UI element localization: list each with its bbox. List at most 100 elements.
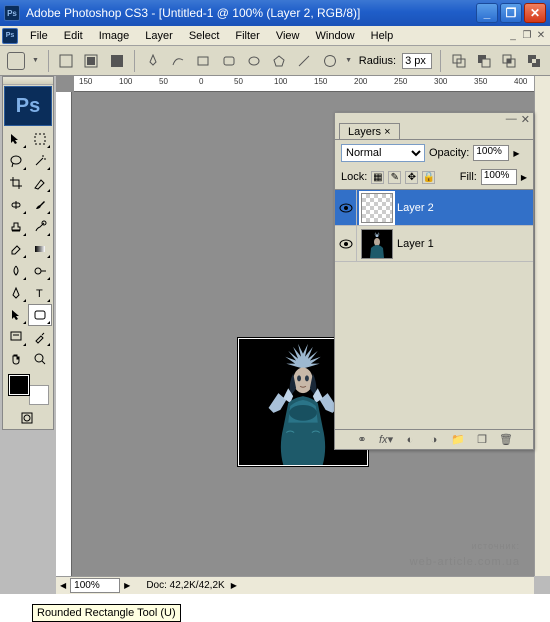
polygon-shape-icon[interactable]	[269, 51, 288, 71]
menu-layer[interactable]: Layer	[137, 28, 181, 44]
rectangle-shape-icon[interactable]	[194, 51, 213, 71]
ruler-vertical	[56, 92, 72, 576]
layer-name[interactable]: Layer 2	[397, 202, 434, 214]
shape-layers-icon[interactable]	[57, 51, 76, 71]
nav-right-icon[interactable]: ▶	[124, 581, 130, 590]
lock-image-icon[interactable]: ✎	[388, 171, 401, 184]
eraser-tool[interactable]	[4, 238, 28, 260]
combine-add-icon[interactable]	[449, 51, 468, 71]
rounded-rect-shape-icon[interactable]	[219, 51, 238, 71]
layer-thumbnail[interactable]	[361, 193, 393, 223]
marquee-tool[interactable]	[28, 128, 52, 150]
wand-tool[interactable]	[28, 150, 52, 172]
opacity-input[interactable]: 100%	[473, 145, 509, 161]
layer-mask-icon[interactable]: ◐	[403, 434, 417, 446]
layer-name[interactable]: Layer 1	[397, 238, 434, 250]
gradient-tool[interactable]	[28, 238, 52, 260]
layer-row[interactable]: Layer 1	[335, 226, 533, 262]
doc-size-label: Doc: 42,2K/42,2K	[146, 580, 224, 591]
menu-view[interactable]: View	[268, 28, 308, 44]
delete-layer-icon[interactable]: 🗑	[499, 433, 513, 446]
visibility-icon[interactable]	[335, 190, 357, 226]
eyedropper-tool[interactable]	[28, 326, 52, 348]
blend-mode-select[interactable]: Normal	[341, 144, 425, 162]
doc-restore-icon[interactable]: ❐	[520, 30, 534, 41]
pen-tool[interactable]	[4, 282, 28, 304]
layer-row[interactable]: Layer 2	[335, 190, 533, 226]
menu-select[interactable]: Select	[181, 28, 228, 44]
svg-text:T: T	[36, 288, 43, 300]
new-layer-icon[interactable]: ❐	[475, 433, 489, 446]
dodge-tool[interactable]	[28, 260, 52, 282]
lock-transparent-icon[interactable]: ▦	[371, 171, 384, 184]
menu-filter[interactable]: Filter	[227, 28, 267, 44]
scrollbar-vertical[interactable]	[534, 76, 550, 576]
tooltip: Rounded Rectangle Tool (U)	[32, 604, 181, 622]
heal-tool[interactable]	[4, 194, 28, 216]
path-select-tool[interactable]	[4, 304, 28, 326]
move-tool[interactable]	[4, 128, 28, 150]
notes-tool[interactable]	[4, 326, 28, 348]
color-swatch[interactable]	[5, 373, 53, 405]
stamp-tool[interactable]	[4, 216, 28, 238]
toolbox: Ps T	[2, 76, 54, 430]
slice-tool[interactable]	[28, 172, 52, 194]
combine-intersect-icon[interactable]	[500, 51, 519, 71]
crop-tool[interactable]	[4, 172, 28, 194]
menu-file[interactable]: File	[22, 28, 56, 44]
fill-label: Fill:	[460, 171, 477, 183]
fill-pixels-icon[interactable]	[107, 51, 126, 71]
custom-shape-icon[interactable]	[320, 51, 339, 71]
tool-preset-icon[interactable]	[6, 51, 26, 71]
panel-minimize-icon[interactable]: —	[506, 113, 517, 121]
type-tool[interactable]: T	[28, 282, 52, 304]
close-button[interactable]: ✕	[524, 3, 546, 23]
nav-left-icon[interactable]: ◀	[60, 581, 66, 590]
layer-style-icon[interactable]: fx▾	[379, 433, 393, 446]
menu-edit[interactable]: Edit	[56, 28, 91, 44]
blur-tool[interactable]	[4, 260, 28, 282]
menu-help[interactable]: Help	[363, 28, 402, 44]
link-layers-icon[interactable]: ⚭	[355, 433, 369, 446]
shape-tool[interactable]	[28, 304, 52, 326]
menu-image[interactable]: Image	[91, 28, 138, 44]
combine-exclude-icon[interactable]	[525, 51, 544, 71]
minimize-button[interactable]: _	[476, 3, 498, 23]
zoom-tool[interactable]	[28, 348, 52, 370]
pen-icon[interactable]	[143, 51, 162, 71]
quickmask-icon[interactable]	[15, 407, 39, 429]
adjustment-layer-icon[interactable]: ◑	[427, 434, 441, 446]
menu-window[interactable]: Window	[308, 28, 363, 44]
shape-options-dropdown-icon[interactable]: ▼	[345, 57, 353, 64]
line-shape-icon[interactable]	[295, 51, 314, 71]
status-menu-icon[interactable]: ▶	[231, 581, 237, 590]
tool-preset-dropdown-icon[interactable]: ▼	[32, 57, 40, 64]
lasso-tool[interactable]	[4, 150, 28, 172]
lock-position-icon[interactable]: ✥	[405, 171, 418, 184]
radius-input[interactable]	[402, 53, 432, 69]
hand-tool[interactable]	[4, 348, 28, 370]
zoom-field[interactable]: 100%	[70, 578, 120, 593]
titlebar: Ps Adobe Photoshop CS3 - [Untitled-1 @ 1…	[0, 0, 550, 26]
doc-close-icon[interactable]: ✕	[534, 30, 548, 41]
fill-arrow-icon[interactable]: ▶	[521, 173, 527, 182]
paths-icon[interactable]	[82, 51, 101, 71]
background-color-swatch[interactable]	[29, 385, 49, 405]
lock-all-icon[interactable]: 🔒	[422, 171, 435, 184]
foreground-color-swatch[interactable]	[9, 375, 29, 395]
visibility-icon[interactable]	[335, 226, 357, 262]
combine-subtract-icon[interactable]	[474, 51, 493, 71]
maximize-button[interactable]: ❐	[500, 3, 522, 23]
brush-tool[interactable]	[28, 194, 52, 216]
ellipse-shape-icon[interactable]	[244, 51, 263, 71]
ruler-horizontal: 15010050050100150200250300350400	[74, 76, 534, 92]
layer-thumbnail[interactable]	[361, 229, 393, 259]
panel-close-icon[interactable]: ✕	[521, 113, 530, 121]
doc-minimize-icon[interactable]: _	[506, 30, 520, 41]
opacity-arrow-icon[interactable]: ▶	[513, 149, 519, 158]
history-brush-tool[interactable]	[28, 216, 52, 238]
fill-input[interactable]: 100%	[481, 169, 517, 185]
group-icon[interactable]: 📁	[451, 433, 465, 446]
layers-tab[interactable]: Layers ×	[339, 123, 400, 139]
freeform-pen-icon[interactable]	[169, 51, 188, 71]
